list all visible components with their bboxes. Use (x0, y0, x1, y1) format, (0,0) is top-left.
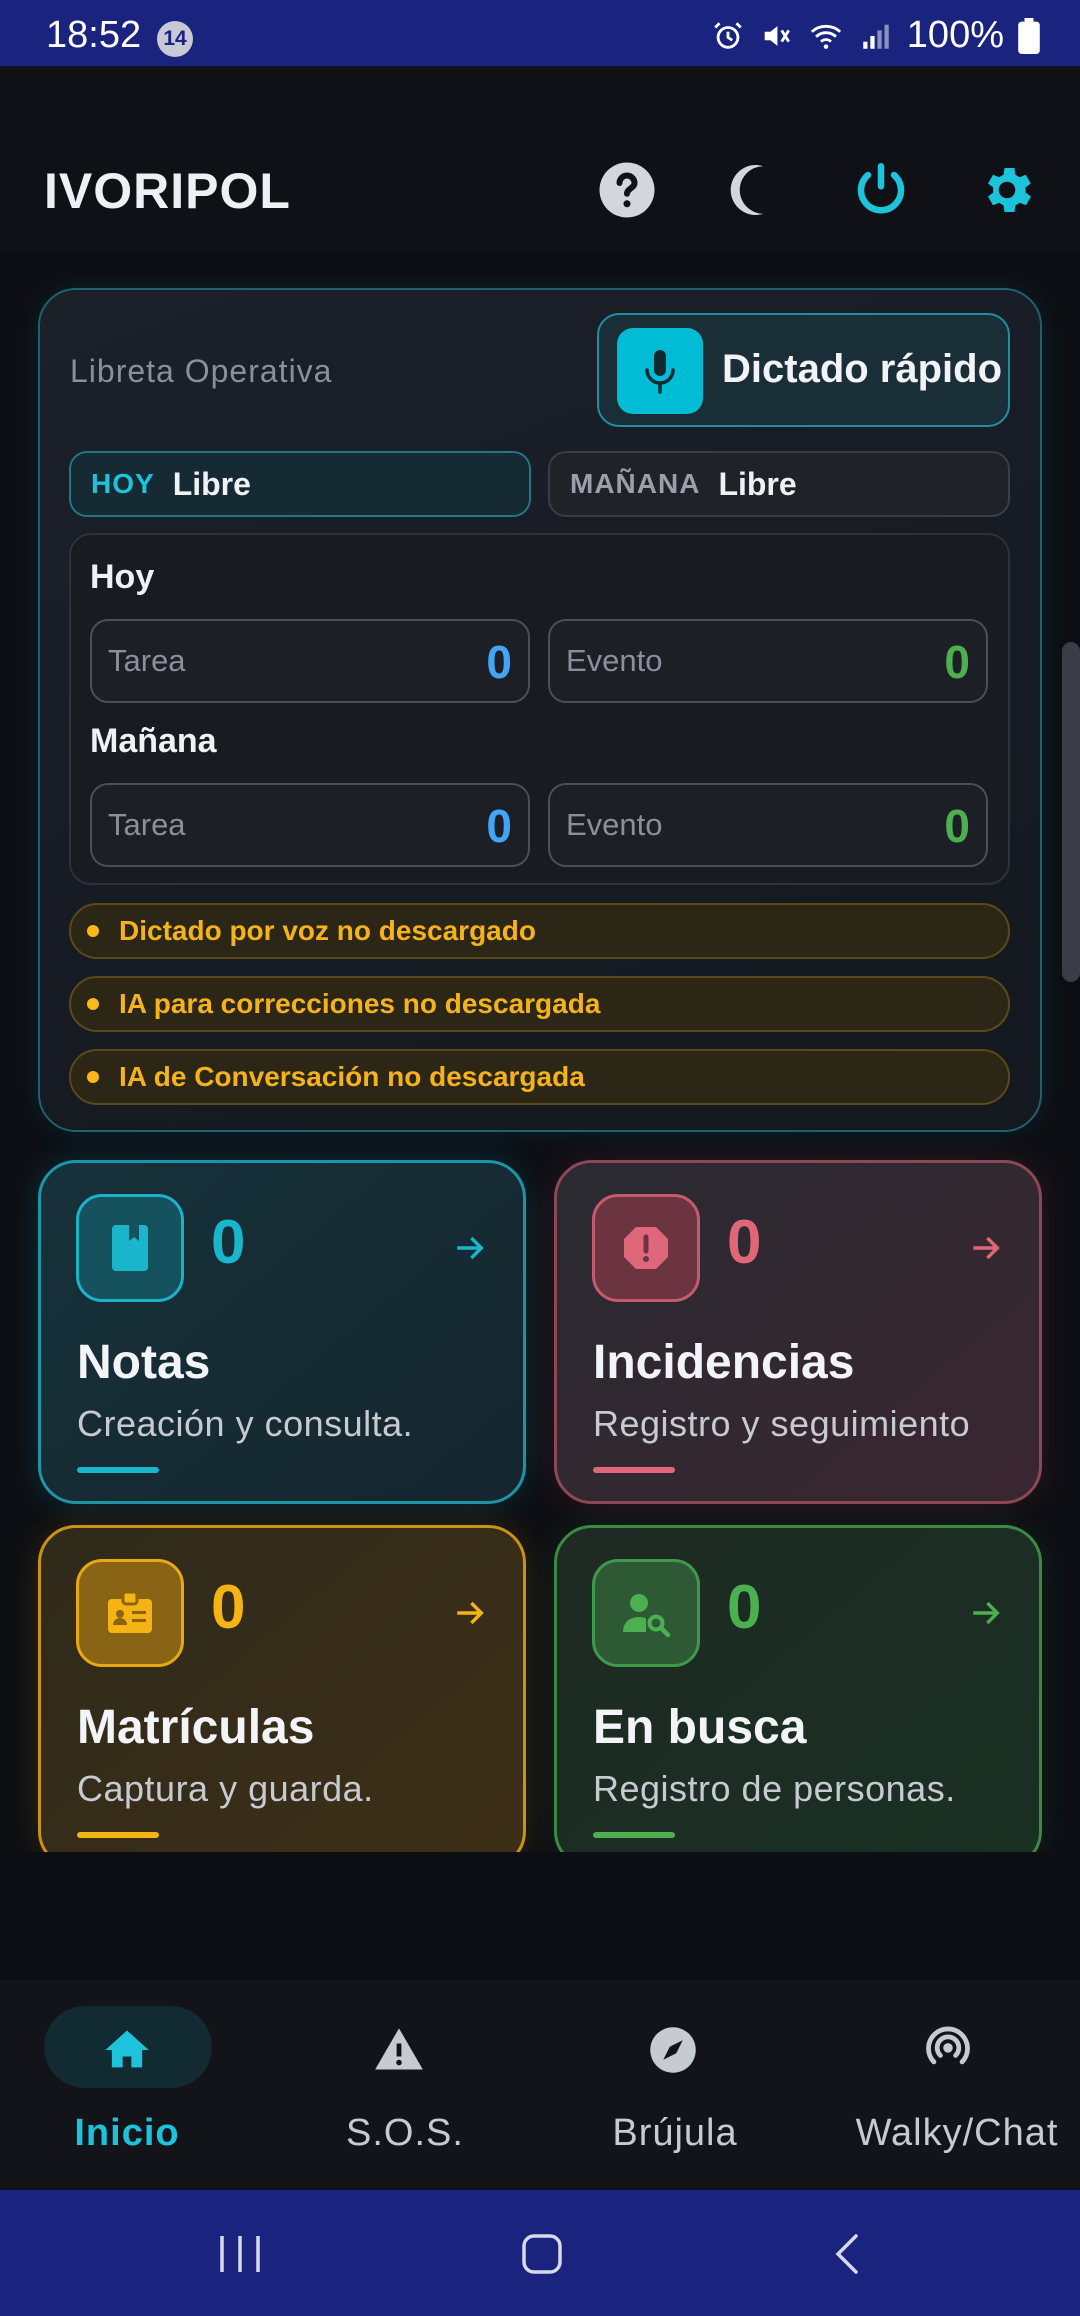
search-persons-icon-box (592, 1559, 700, 1667)
plates-description: Captura y guarda. (77, 1768, 374, 1809)
tomorrow-section-title: Mañana (90, 722, 217, 760)
nav-label-walky-chat: Walky/Chat (855, 2112, 1059, 2154)
tomorrow-task-label: Tarea (108, 807, 186, 842)
alarm-icon (714, 21, 742, 49)
notes-count: 0 (211, 1208, 246, 1277)
warning-ai-corrections[interactable]: IA para correcciones no descargada (69, 976, 1010, 1032)
tomorrow-event-field[interactable]: Evento 0 (548, 783, 988, 867)
home-button-icon[interactable] (520, 2232, 564, 2276)
nav-label-compass: Brújula (612, 2112, 738, 2154)
warning-dot-icon (87, 998, 99, 1010)
badge-icon (108, 1590, 152, 1633)
nav-item-compass[interactable]: Brújula (540, 2000, 810, 2170)
nav-item-home[interactable]: Inicio (0, 2000, 270, 2170)
today-event-label: Evento (566, 643, 663, 678)
recent-apps-icon[interactable] (218, 2234, 262, 2274)
plates-title: Matrículas (77, 1701, 315, 1754)
warning-text: IA de Conversación no descargada (119, 1061, 585, 1092)
mute-icon (764, 25, 790, 46)
plates-accent-bar (77, 1832, 159, 1838)
incidents-title: Incidencias (593, 1336, 855, 1389)
quick-dictation-icon-box[interactable] (617, 328, 703, 414)
today-event-field[interactable]: Evento 0 (548, 619, 988, 703)
incidents-count: 0 (727, 1208, 762, 1277)
home-icon (105, 2030, 149, 2068)
notes-icon-box (76, 1194, 184, 1302)
today-task-label: Tarea (108, 643, 186, 678)
warning-ai-conversation[interactable]: IA de Conversación no descargada (69, 1049, 1010, 1105)
warning-text: Dictado por voz no descargado (119, 915, 536, 946)
person-search-icon (623, 1594, 671, 1638)
today-section-title: Hoy (90, 558, 155, 596)
alert-octagon-icon (624, 1227, 668, 1269)
quick-dictation-label[interactable]: Dictado rápido (722, 347, 1002, 392)
back-icon[interactable] (830, 2232, 864, 2276)
nav-item-sos[interactable]: S.O.S. (270, 2000, 540, 2170)
system-navigation-bar (0, 2190, 1080, 2316)
settings-icon[interactable] (977, 160, 1037, 220)
notes-tile[interactable]: 0 Notas Creación y consulta. (38, 1160, 526, 1504)
status-bar: 18:52 14 100% (0, 0, 1080, 66)
moon-icon[interactable] (726, 160, 786, 220)
book-icon (112, 1225, 148, 1271)
plates-arrow-icon (457, 1601, 484, 1625)
microphone-icon (645, 350, 675, 394)
battery-level: 100% (906, 14, 1004, 56)
tomorrow-event-count: 0 (944, 800, 970, 852)
notes-title: Notas (77, 1336, 211, 1389)
today-task-count: 0 (486, 636, 512, 688)
help-icon[interactable] (597, 160, 657, 220)
tomorrow-status-pill[interactable]: MAÑANA Libre (548, 451, 1010, 517)
warning-icon (375, 2028, 423, 2070)
tomorrow-event-label: Evento (566, 807, 663, 842)
incidents-description: Registro y seguimiento (593, 1403, 971, 1444)
tomorrow-task-field[interactable]: Tarea 0 (90, 783, 530, 867)
incidents-icon-box (592, 1194, 700, 1302)
today-status-pill[interactable]: HOY Libre (69, 451, 531, 517)
tomorrow-pill-value: Libre (718, 465, 797, 502)
search-persons-count: 0 (727, 1573, 762, 1642)
search-persons-tile[interactable]: 0 En busca Registro de personas. (554, 1525, 1042, 1869)
nav-item-walky-chat[interactable]: Walky/Chat (810, 2000, 1080, 2170)
tomorrow-pill-key: MAÑANA (570, 468, 701, 499)
signal-icon (863, 24, 889, 49)
plates-count: 0 (211, 1573, 246, 1642)
today-task-field[interactable]: Tarea 0 (90, 619, 530, 703)
warning-dot-icon (87, 1071, 99, 1083)
plates-icon-box (76, 1559, 184, 1667)
warning-voice-dictation[interactable]: Dictado por voz no descargado (69, 903, 1010, 959)
compass-icon (650, 2027, 696, 2073)
incidents-accent-bar (593, 1467, 675, 1473)
search-persons-title: En busca (593, 1701, 807, 1754)
warning-dot-icon (87, 925, 99, 937)
notes-description: Creación y consulta. (77, 1403, 414, 1444)
warning-text: IA para correcciones no descargada (119, 988, 601, 1019)
nav-label-home: Inicio (74, 2112, 180, 2154)
scrollbar[interactable] (1062, 642, 1080, 982)
nav-label-sos: S.O.S. (346, 2112, 464, 2154)
today-pill-key: HOY (91, 468, 155, 499)
incidents-arrow-icon (973, 1236, 1000, 1260)
search-persons-accent-bar (593, 1832, 675, 1838)
incidents-tile[interactable]: 0 Incidencias Registro y seguimiento (554, 1160, 1042, 1504)
tomorrow-task-count: 0 (486, 800, 512, 852)
content-bottom-spacer (0, 1852, 1080, 1980)
power-icon[interactable] (851, 160, 911, 220)
today-event-count: 0 (944, 636, 970, 688)
podcast-icon (926, 2026, 970, 2065)
battery-icon (1018, 17, 1040, 54)
wifi-icon (810, 24, 841, 49)
plates-tile[interactable]: 0 Matrículas Captura y guarda. (38, 1525, 526, 1869)
notification-count-badge: 14 (157, 21, 193, 57)
today-pill-value: Libre (172, 465, 251, 502)
search-persons-arrow-icon (973, 1601, 1000, 1625)
app-header (0, 66, 1080, 250)
status-time: 18:52 (46, 14, 142, 56)
app-title: IVORIPOL (44, 163, 291, 219)
search-persons-description: Registro de personas. (593, 1768, 956, 1809)
notes-accent-bar (77, 1467, 159, 1473)
notes-arrow-icon (457, 1236, 484, 1260)
notebook-label: Libreta Operativa (70, 353, 333, 389)
